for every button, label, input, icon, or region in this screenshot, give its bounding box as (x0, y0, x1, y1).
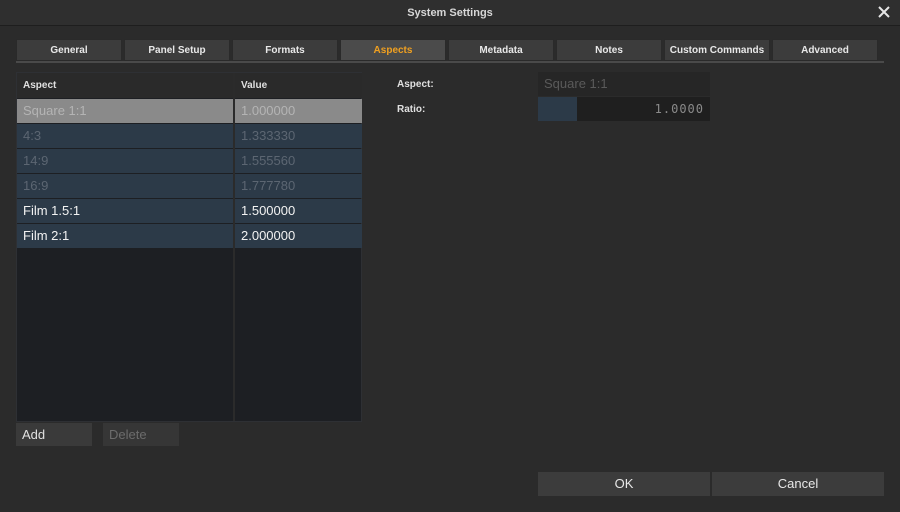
tab-custom-commands[interactable]: Custom Commands (664, 39, 770, 61)
aspect-cell[interactable]: Film 2:1 (17, 224, 233, 248)
tab-panel-setup[interactable]: Panel Setup (124, 39, 230, 61)
title-bar: System Settings (0, 0, 900, 26)
tab-notes[interactable]: Notes (556, 39, 662, 61)
value-column: Value 1.000000 1.333330 1.555560 1.77778… (235, 73, 362, 421)
value-cell[interactable]: 1.777780 (235, 174, 362, 198)
delete-button[interactable]: Delete (103, 423, 179, 446)
tab-general[interactable]: General (16, 39, 122, 61)
value-column-header[interactable]: Value (235, 73, 362, 98)
ratio-slider-fill (538, 97, 577, 121)
tab-underline (16, 61, 884, 63)
cancel-button[interactable]: Cancel (712, 472, 884, 496)
ratio-value: 1.0000 (654, 102, 704, 116)
value-cell[interactable]: 1.000000 (235, 99, 362, 123)
aspect-cell[interactable]: 16:9 (17, 174, 233, 198)
value-cell[interactable]: 1.555560 (235, 149, 362, 173)
ratio-slider-field[interactable]: 1.0000 (538, 97, 710, 121)
close-icon[interactable] (876, 4, 892, 20)
tab-advanced[interactable]: Advanced (772, 39, 878, 61)
add-button[interactable]: Add (16, 423, 92, 446)
value-cell[interactable]: 2.000000 (235, 224, 362, 248)
aspect-cell[interactable]: 4:3 (17, 124, 233, 148)
tab-aspects[interactable]: Aspects (340, 39, 446, 61)
aspect-column-header[interactable]: Aspect (17, 73, 233, 98)
ratio-label: Ratio: (397, 104, 426, 115)
aspect-cell[interactable]: 14:9 (17, 149, 233, 173)
aspect-column: Aspect Square 1:1 4:3 14:9 16:9 Film 1.5… (17, 73, 233, 421)
aspect-label: Aspect: (397, 79, 434, 90)
aspect-cell[interactable]: Square 1:1 (17, 99, 233, 123)
value-cell[interactable]: 1.500000 (235, 199, 362, 223)
value-cell[interactable]: 1.333330 (235, 124, 362, 148)
aspect-cell[interactable]: Film 1.5:1 (17, 199, 233, 223)
aspects-table: Aspect Square 1:1 4:3 14:9 16:9 Film 1.5… (16, 72, 362, 422)
ok-button[interactable]: OK (538, 472, 710, 496)
tab-metadata[interactable]: Metadata (448, 39, 554, 61)
tab-formats[interactable]: Formats (232, 39, 338, 61)
window-title: System Settings (407, 7, 493, 19)
aspect-name-field[interactable]: Square 1:1 (538, 72, 710, 96)
